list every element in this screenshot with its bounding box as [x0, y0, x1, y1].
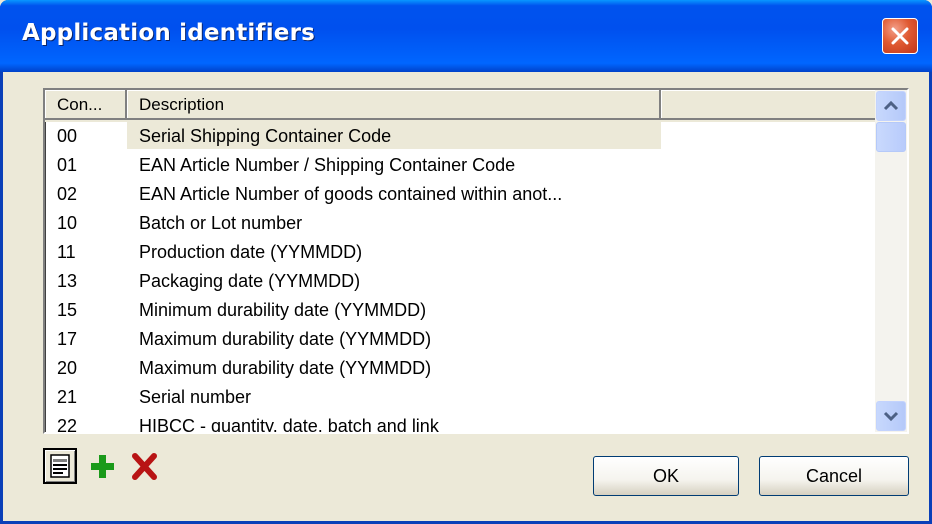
- item-description: Maximum durability date (YYMMDD): [139, 329, 432, 349]
- column-header-filler: [661, 90, 875, 120]
- add-icon: [91, 455, 114, 478]
- scroll-up-button[interactable]: [876, 91, 906, 121]
- list-item[interactable]: 21 Serial number: [45, 383, 875, 412]
- list-item[interactable]: 13 Packaging date (YYMMDD): [45, 267, 875, 296]
- scroll-thumb[interactable]: [876, 122, 906, 152]
- item-code: 13: [57, 271, 78, 291]
- list-item[interactable]: 10 Batch or Lot number: [45, 209, 875, 238]
- list-item[interactable]: 11 Production date (YYMMDD): [45, 238, 875, 267]
- list-item[interactable]: 22 HIBCC - quantity, date, batch and link: [45, 412, 875, 434]
- item-description: Batch or Lot number: [139, 213, 303, 233]
- chevron-up-icon: [883, 100, 899, 111]
- properties-icon: [50, 454, 70, 478]
- list-item[interactable]: 00 Serial Shipping Container Code: [45, 122, 875, 151]
- list-item[interactable]: 01 EAN Article Number / Shipping Containe…: [45, 151, 875, 180]
- scroll-down-button[interactable]: [876, 401, 906, 431]
- list-item[interactable]: 15 Minimum durability date (YYMMDD): [45, 296, 875, 325]
- delete-icon: [132, 453, 157, 480]
- properties-button[interactable]: [43, 448, 77, 484]
- add-button[interactable]: [85, 448, 119, 484]
- list-header: Con... Description: [45, 90, 875, 122]
- list-item[interactable]: 17 Maximum durability date (YYMMDD): [45, 325, 875, 354]
- item-code: 01: [57, 155, 78, 175]
- item-description: Production date (YYMMDD): [139, 242, 363, 262]
- chevron-down-icon: [883, 411, 899, 422]
- item-code: 11: [57, 242, 76, 262]
- item-code: 15: [57, 300, 78, 320]
- item-description: EAN Article Number of goods contained wi…: [139, 184, 563, 204]
- item-code: 20: [57, 358, 78, 378]
- item-code: 22: [57, 416, 78, 434]
- cancel-button[interactable]: Cancel: [759, 456, 909, 496]
- vertical-scrollbar[interactable]: [875, 90, 907, 432]
- column-header-code[interactable]: Con...: [45, 90, 127, 120]
- window-title: Application identifiers: [22, 20, 316, 46]
- item-code: 17: [57, 329, 78, 349]
- title-bar[interactable]: Application identifiers: [0, 0, 932, 72]
- item-description: Serial number: [139, 387, 252, 407]
- ok-button[interactable]: OK: [593, 456, 739, 496]
- identifiers-list[interactable]: Con... Description 00 Serial Shipping Con…: [43, 88, 909, 434]
- close-icon: [891, 27, 909, 45]
- item-code: 21: [57, 387, 78, 407]
- item-description: HIBCC - quantity, date, batch and link: [139, 416, 439, 434]
- list-rows: 00 Serial Shipping Container Code 01 EAN Ar…: [45, 122, 875, 434]
- item-description: Packaging date (YYMMDD): [139, 271, 361, 291]
- item-description: Serial Shipping Container Code: [139, 126, 392, 146]
- delete-button[interactable]: [127, 448, 161, 484]
- item-code: 10: [57, 213, 78, 233]
- list-item[interactable]: 02 EAN Article Number of goods contained …: [45, 180, 875, 209]
- item-description: Minimum durability date (YYMMDD): [139, 300, 427, 320]
- item-description: Maximum durability date (YYMMDD): [139, 358, 432, 378]
- column-header-description[interactable]: Description: [127, 90, 661, 120]
- item-code: 02: [57, 184, 78, 204]
- list-item[interactable]: 20 Maximum durability date (YYMMDD): [45, 354, 875, 383]
- dialog-window: Application identifiers Con... Descripti…: [0, 0, 932, 524]
- item-code: 00: [57, 126, 78, 146]
- close-button[interactable]: [882, 18, 918, 54]
- item-description: EAN Article Number / Shipping Container …: [139, 155, 516, 175]
